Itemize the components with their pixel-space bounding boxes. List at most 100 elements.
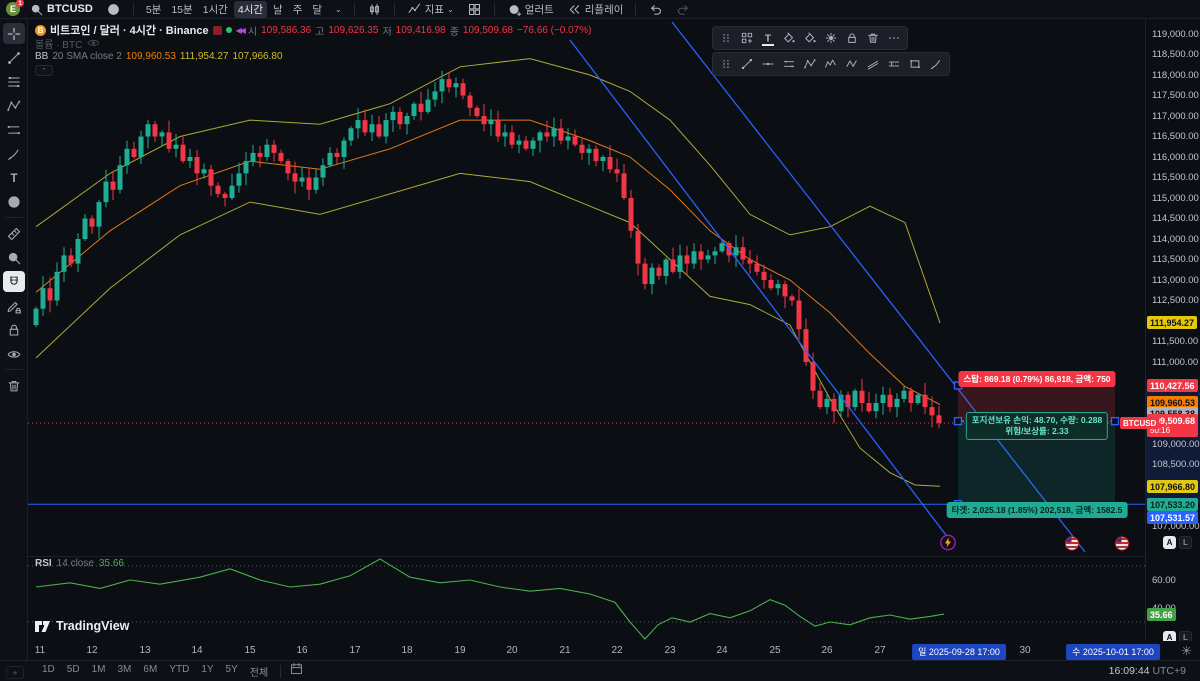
layout-grid-button[interactable] (463, 1, 486, 18)
candle[interactable] (761, 271, 767, 280)
candle[interactable] (747, 259, 753, 264)
candle[interactable] (523, 140, 529, 149)
candle[interactable] (173, 144, 179, 149)
trend-line-tool[interactable] (3, 47, 25, 68)
candlestick-chart[interactable] (28, 19, 1145, 641)
fib-retracement-tool[interactable] (3, 71, 25, 92)
candle[interactable] (194, 157, 200, 174)
bb-indicator-name[interactable]: BB (35, 51, 48, 62)
candle[interactable] (803, 329, 809, 362)
xabcd-button[interactable] (800, 54, 820, 74)
candle[interactable] (138, 136, 144, 158)
candle[interactable] (166, 132, 172, 149)
candle[interactable] (558, 128, 564, 141)
stroke-color-button[interactable] (800, 28, 820, 48)
volume-indicator-row[interactable]: 볼륨 · BTC (35, 36, 82, 51)
candle[interactable] (243, 161, 249, 174)
elliott-wave-button[interactable] (821, 54, 841, 74)
candle[interactable] (593, 148, 599, 162)
range-5D[interactable]: 5D (63, 662, 84, 681)
candle[interactable] (278, 152, 284, 162)
candle[interactable] (68, 255, 74, 264)
candle[interactable] (670, 259, 676, 272)
timeframe-5분[interactable]: 5분 (142, 1, 166, 18)
user-avatar[interactable]: E1 (6, 0, 24, 16)
symbol-search-button[interactable]: BTCUSD (25, 1, 97, 18)
rsi-legend[interactable]: RSI 14 close 35.66 (35, 558, 124, 569)
candle[interactable] (698, 251, 704, 260)
rectangle-button[interactable] (905, 54, 925, 74)
candle[interactable] (82, 218, 88, 240)
candle[interactable] (712, 251, 718, 256)
candle[interactable] (488, 120, 494, 125)
brush-tool[interactable] (3, 143, 25, 164)
candle[interactable] (376, 124, 382, 137)
candle[interactable] (152, 124, 158, 137)
alert-button[interactable]: 얼러트 (503, 1, 558, 18)
candle[interactable] (96, 202, 102, 227)
undo-button[interactable] (644, 1, 667, 18)
candle[interactable] (831, 398, 837, 412)
candle[interactable] (432, 91, 438, 100)
indicators-button[interactable]: 지표 ⌄ (403, 1, 458, 18)
candle[interactable] (635, 230, 641, 264)
candle[interactable] (509, 132, 515, 145)
candle[interactable] (824, 398, 830, 408)
candle[interactable] (341, 140, 347, 157)
candle[interactable] (754, 263, 760, 272)
candle[interactable] (502, 132, 508, 137)
candle[interactable] (586, 148, 592, 153)
candle[interactable] (544, 132, 550, 137)
candle[interactable] (257, 152, 263, 157)
candle[interactable] (446, 79, 452, 88)
candle[interactable] (292, 173, 298, 182)
lock-button[interactable] (842, 28, 862, 48)
flat-channel-button[interactable] (884, 54, 904, 74)
candle[interactable] (215, 185, 221, 194)
forecast-tool[interactable] (3, 119, 25, 140)
redo-button[interactable] (672, 1, 695, 18)
candle[interactable] (40, 288, 46, 309)
timeframe-dropdown[interactable]: ⌄ (331, 4, 346, 15)
candle[interactable] (145, 124, 151, 137)
candle[interactable] (439, 79, 445, 92)
candle[interactable] (677, 255, 683, 272)
candle[interactable] (411, 103, 417, 116)
candle[interactable] (285, 161, 291, 174)
trend-channel-button[interactable] (863, 54, 883, 74)
rsi-line[interactable] (35, 558, 945, 640)
range-전체[interactable]: 전체 (246, 662, 272, 681)
candle[interactable] (250, 152, 256, 162)
trend-line-drawing[interactable] (569, 39, 953, 544)
timeframe-주[interactable]: 주 (289, 1, 307, 18)
candle[interactable] (782, 284, 788, 297)
candle[interactable] (467, 95, 473, 108)
candle[interactable] (852, 390, 858, 408)
candle[interactable] (271, 144, 277, 153)
candle[interactable] (124, 148, 130, 166)
candle[interactable] (159, 132, 165, 137)
candle[interactable] (936, 415, 942, 424)
candle[interactable] (628, 198, 634, 231)
candle[interactable] (201, 169, 207, 174)
text-format-button[interactable]: T (758, 28, 778, 48)
auto-scale-button[interactable]: A (1163, 536, 1176, 549)
candle[interactable] (103, 181, 109, 203)
candle[interactable] (299, 177, 305, 182)
candle[interactable] (236, 173, 242, 186)
range-1M[interactable]: 1M (88, 662, 110, 681)
candle[interactable] (607, 157, 613, 170)
eye-hidden-icon[interactable] (86, 35, 101, 53)
candle[interactable] (495, 120, 501, 137)
measure-tool[interactable] (3, 223, 25, 244)
candle[interactable] (264, 144, 270, 157)
candle[interactable] (691, 251, 697, 264)
candle[interactable] (362, 120, 368, 133)
legend-collapse-button[interactable]: ⌃ (35, 65, 53, 76)
candle[interactable] (572, 136, 578, 145)
price-axis[interactable]: 119,000.00 118,500.00 118,000.00 117,500.00… (1145, 19, 1200, 644)
candle[interactable] (642, 263, 648, 285)
candle[interactable] (614, 169, 620, 174)
range-1Y[interactable]: 1Y (197, 662, 217, 681)
candle[interactable] (894, 398, 900, 408)
